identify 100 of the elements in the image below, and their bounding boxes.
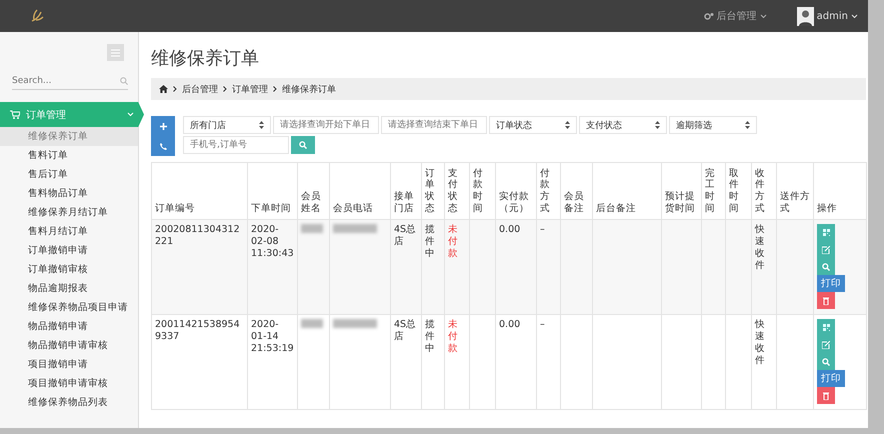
- sidebar-item[interactable]: 维修保养物品列表: [0, 393, 138, 412]
- breadcrumb-link[interactable]: 订单管理: [232, 82, 268, 96]
- chevron-icon: [273, 86, 277, 92]
- sidebar-item[interactable]: 售后订单: [0, 165, 138, 184]
- table-cell: 快速收件: [755, 224, 765, 271]
- sidebar-item[interactable]: 物品撤销申请审核: [0, 336, 138, 355]
- column-header: 付款时间: [473, 168, 483, 214]
- table-cell: 未付款: [448, 319, 458, 354]
- chevron-icon: [173, 86, 177, 92]
- gears-icon: [704, 12, 714, 20]
- sidebar-item[interactable]: 维修保养月结订单: [0, 203, 138, 222]
- column-header: 完工时间: [705, 168, 715, 214]
- start-date-field[interactable]: 请选择查询开始下单日: [273, 116, 379, 134]
- column-header: 送件方式: [780, 191, 810, 214]
- search-icon: [822, 358, 830, 366]
- table-cell: 未付款: [448, 224, 458, 259]
- qrcode-button[interactable]: [817, 319, 835, 336]
- column-header: 接单门店: [394, 191, 414, 214]
- view-button[interactable]: [817, 258, 835, 275]
- table-cell: 揽件中: [425, 224, 435, 259]
- sidebar-item[interactable]: 项目撤销申请审核: [0, 374, 138, 393]
- column-header: 会员姓名: [301, 191, 321, 214]
- column-header: 会员备注: [564, 191, 584, 214]
- print-button[interactable]: 打印: [817, 370, 845, 387]
- breadcrumb-link[interactable]: 维修保养订单: [282, 82, 336, 96]
- sidebar-item[interactable]: 物品逾期报表: [0, 279, 138, 298]
- redacted-text: [301, 319, 323, 328]
- column-header: 后台备注: [596, 203, 636, 214]
- search-button[interactable]: [291, 136, 315, 154]
- sort-icon: [745, 121, 750, 129]
- chevron-icon: [223, 86, 227, 92]
- table-cell: 4S总店: [394, 224, 416, 247]
- search-icon: [299, 141, 307, 149]
- end-date-field[interactable]: 请选择查询结束下单日: [381, 116, 487, 134]
- column-header: 实付款（元）: [499, 191, 529, 214]
- admin-menu[interactable]: 后台管理: [698, 8, 773, 24]
- sidebar-item[interactable]: 售料物品订单: [0, 184, 138, 203]
- table-cell: 揽件中: [425, 319, 435, 354]
- redacted-text: [333, 319, 377, 328]
- edit-icon: [822, 340, 830, 348]
- table-cell: –: [540, 319, 545, 330]
- sidebar-item[interactable]: 维修保养订单: [0, 127, 138, 146]
- sidebar-item[interactable]: 维修保养物品项目申请: [0, 298, 138, 317]
- overdue-select[interactable]: 逾期筛选: [669, 116, 757, 134]
- redacted-text: [333, 224, 377, 233]
- column-header: 操作: [817, 203, 837, 214]
- column-header: 预计提货时间: [665, 191, 695, 214]
- sort-icon: [565, 121, 570, 129]
- table-cell: 200114215389549337: [155, 319, 240, 342]
- column-header: 支付状态: [448, 168, 458, 214]
- trash-icon: [823, 296, 829, 304]
- home-icon: [159, 85, 168, 93]
- qrcode-icon: [822, 324, 830, 331]
- store-select[interactable]: 所有门店: [183, 116, 271, 134]
- cart-icon: [10, 110, 20, 119]
- phone-icon: [160, 142, 166, 150]
- page-title: 维修保养订单: [151, 47, 260, 70]
- delete-button[interactable]: [817, 387, 835, 404]
- column-header: 订单状态: [425, 168, 435, 214]
- search-icon: [120, 77, 128, 85]
- sidebar-item[interactable]: 售料月结订单: [0, 222, 138, 241]
- column-header: 付款方式: [540, 168, 550, 214]
- search-field[interactable]: Search...: [12, 76, 120, 86]
- column-header: 会员电话: [333, 203, 373, 214]
- add-button[interactable]: [151, 116, 175, 136]
- table-cell: 2020-02-08 11:30:43: [251, 224, 294, 259]
- caret-icon: [760, 14, 767, 18]
- sidebar-item[interactable]: 订单撤销审核: [0, 260, 138, 279]
- sidebar-item[interactable]: 订单撤销申请: [0, 241, 138, 260]
- qrcode-button[interactable]: [817, 224, 835, 241]
- table-cell: 0.00: [499, 224, 520, 235]
- table-cell: 快速收件: [755, 319, 765, 366]
- search-field[interactable]: 手机号,订单号: [183, 136, 289, 154]
- column-header: 取件时间: [729, 168, 739, 214]
- plus-icon: [160, 122, 166, 130]
- table-cell: 2020-01-14 21:53:19: [251, 319, 294, 354]
- delete-button[interactable]: [817, 292, 835, 309]
- sidebar-item[interactable]: 项目撤销申请: [0, 355, 138, 374]
- menu-icon: [111, 48, 120, 56]
- breadcrumb-link[interactable]: 后台管理: [182, 82, 218, 96]
- order-status-select[interactable]: 订单状态: [489, 116, 577, 134]
- view-button[interactable]: [817, 353, 835, 370]
- pay-status-select[interactable]: 支付状态: [579, 116, 667, 134]
- redacted-text: [301, 224, 323, 233]
- sidebar-item[interactable]: 物品撤销申请: [0, 317, 138, 336]
- sidebar-item[interactable]: 售料订单: [0, 146, 138, 165]
- print-button[interactable]: 打印: [817, 275, 845, 292]
- qrcode-icon: [822, 229, 830, 236]
- trash-icon: [823, 392, 829, 400]
- table-cell: 4S总店: [394, 319, 416, 342]
- table-cell: 0.00: [499, 319, 520, 330]
- user-menu[interactable]: admin: [796, 6, 858, 26]
- caret-icon: [851, 14, 858, 18]
- table-cell: –: [540, 224, 545, 235]
- column-header: 订单编号: [155, 203, 195, 214]
- menu-button[interactable]: [107, 44, 124, 61]
- caret-icon: [127, 112, 134, 117]
- sort-icon: [259, 121, 264, 129]
- table-cell: 20020811304312221: [155, 224, 240, 247]
- phone-button[interactable]: [151, 136, 175, 156]
